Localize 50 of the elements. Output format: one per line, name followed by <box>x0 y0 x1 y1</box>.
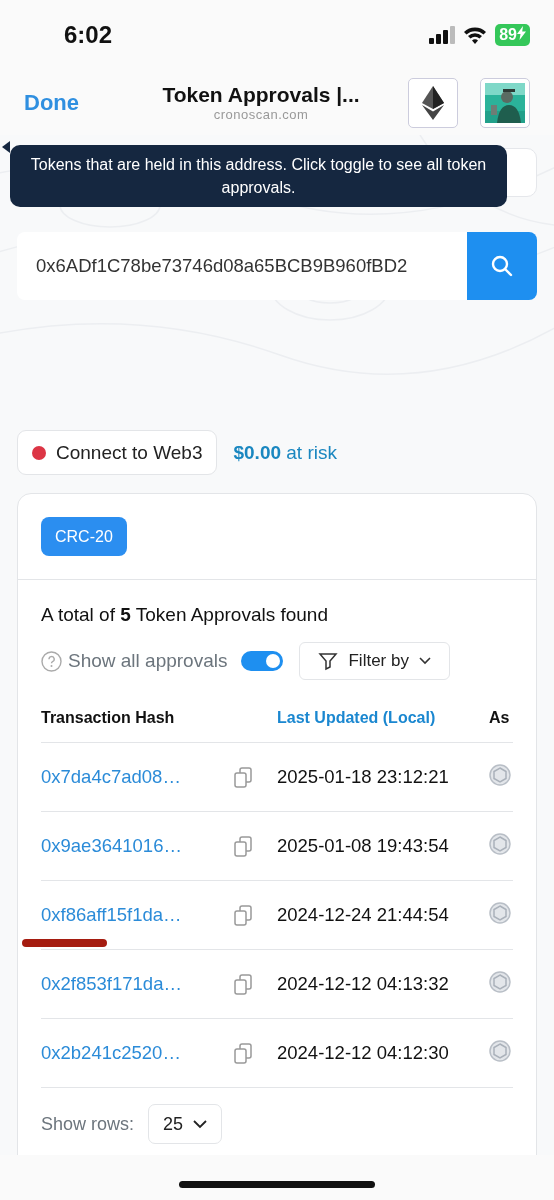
coin-icon <box>489 1039 511 1062</box>
avatar-button[interactable] <box>480 77 530 128</box>
date-cell: 2025-01-08 19:43:54 <box>277 835 449 856</box>
page-title: Token Approvals |... <box>162 83 360 107</box>
date-cell: 2024-12-12 04:13:32 <box>277 973 449 994</box>
show-rows-label: Show rows: <box>41 1113 135 1135</box>
summary-text: A total of 5 Token Approvals found <box>41 604 329 626</box>
show-all-label: Show all approvals <box>68 650 228 672</box>
ethereum-icon <box>422 85 444 120</box>
transaction-link[interactable]: 0xf86aff15f1da… <box>41 904 182 926</box>
copy-icon[interactable] <box>234 766 253 788</box>
ethereum-button[interactable] <box>408 77 458 128</box>
toggle-switch[interactable] <box>241 651 284 671</box>
filter-icon <box>318 651 339 671</box>
column-header[interactable]: Transaction Hash <box>41 694 277 743</box>
signal-icon <box>429 26 456 44</box>
search-icon <box>490 254 514 278</box>
wifi-icon <box>463 26 488 44</box>
filter-button[interactable]: Filter by <box>299 642 450 680</box>
chevron-down-icon <box>418 657 431 665</box>
date-cell: 2024-12-24 21:44:54 <box>277 904 449 925</box>
column-header[interactable]: Last Updated (Local) <box>277 694 489 743</box>
search-button[interactable] <box>467 232 537 300</box>
copy-icon[interactable] <box>234 973 253 995</box>
copy-icon[interactable] <box>234 835 253 857</box>
risk-amount: $0.00 at risk <box>233 441 337 464</box>
date-cell: 2025-01-18 23:12:21 <box>277 766 449 787</box>
coin-icon <box>489 763 511 786</box>
rows-dropdown[interactable]: 25 <box>148 1104 223 1144</box>
chevron-down-icon <box>193 1119 208 1129</box>
transaction-link[interactable]: 0x2f853f171da… <box>41 973 182 995</box>
date-cell: 2024-12-12 04:12:30 <box>277 1042 449 1063</box>
copy-icon[interactable] <box>234 1042 253 1064</box>
transaction-link[interactable]: 0x9ae3641016… <box>41 835 182 857</box>
column-header[interactable]: As <box>489 694 513 743</box>
token-tab[interactable]: CRC-20 <box>41 517 127 556</box>
coin-icon <box>489 832 511 855</box>
page-domain: cronoscan.com <box>213 107 309 122</box>
transaction-link[interactable]: 0x7da4c7ad08… <box>41 766 181 788</box>
coin-icon <box>489 901 511 924</box>
transaction-link[interactable]: 0x2b241c2520… <box>41 1042 181 1064</box>
address-search-field[interactable]: 0x6ADf1C78be73746d08a65BCB9B960fBD2 <box>17 232 467 300</box>
coin-icon <box>489 970 511 993</box>
tooltip: Tokens that are held in this address. Click toggle to see all token approvals. <box>10 145 507 207</box>
help-icon <box>41 650 62 672</box>
clock-time: 6:02 <box>64 21 114 49</box>
copy-icon[interactable] <box>234 904 253 926</box>
done-button[interactable]: Done <box>24 89 79 116</box>
battery-icon: 89 <box>495 24 530 46</box>
connect-button[interactable]: Connect to Web3 <box>17 430 218 475</box>
